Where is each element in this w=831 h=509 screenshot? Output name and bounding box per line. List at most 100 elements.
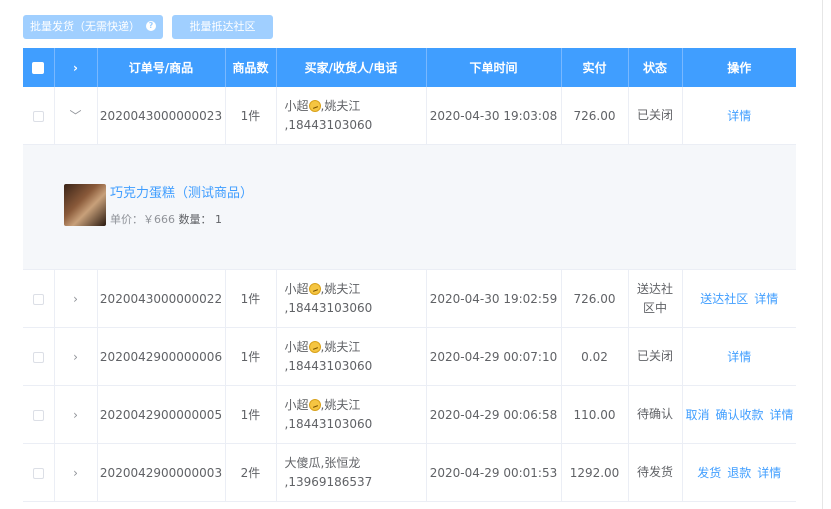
batch-community-button[interactable]: 批量抵达社区: [172, 15, 273, 39]
product-detail: 巧克力蛋糕（测试商品） 单价：￥666 数量： 1: [23, 145, 796, 269]
emoji-icon: [308, 282, 321, 295]
header-select-all[interactable]: [23, 48, 55, 87]
op-link[interactable]: 送达社区: [700, 292, 748, 306]
row-checkbox[interactable]: [32, 293, 44, 305]
op-link[interactable]: 确认收款: [716, 408, 764, 422]
op-link[interactable]: 详情: [727, 109, 751, 123]
status: 待发货: [628, 443, 683, 502]
order-number: 2020042900000006: [97, 327, 226, 386]
op-link[interactable]: 退款: [727, 466, 751, 480]
buyer-name: 小超: [284, 397, 309, 412]
product-meta: 单价：￥666 数量： 1: [110, 211, 222, 227]
item-count: 2件: [225, 443, 277, 502]
status-text: 待发货: [636, 465, 673, 479]
status: 已关闭: [628, 87, 683, 145]
header-status: 状态: [628, 48, 683, 87]
chevron-right-icon[interactable]: ›: [73, 292, 78, 306]
table-header: › 订单号/商品 商品数 买家/收货人/电话 下单时间 实付 状态 操作: [23, 48, 796, 87]
select-all-checkbox[interactable]: [32, 62, 45, 74]
row-expand[interactable]: ›: [54, 385, 98, 444]
paid-amount: 726.00: [561, 269, 629, 328]
op-link[interactable]: 详情: [770, 408, 794, 422]
header-time: 下单时间: [426, 48, 562, 87]
order-number: 2020043000000023: [97, 87, 226, 145]
buyer-name: 大傻瓜: [284, 455, 321, 470]
ops-cell: 详情: [682, 87, 796, 145]
op-link[interactable]: 发货: [697, 466, 721, 480]
product-name[interactable]: 巧克力蛋糕（测试商品）: [110, 182, 253, 201]
phone: ,18443103060: [284, 416, 373, 431]
item-count: 1件: [225, 327, 277, 386]
price-label: 单价：: [110, 213, 143, 226]
row-expand[interactable]: ›: [54, 327, 98, 386]
batch-ship-label: 批量发货（无需快递）: [30, 20, 140, 33]
order-time: 2020-04-29 00:06:58: [426, 385, 562, 444]
table-row: › 2020042900000006 1件 小超 ,姚夫江 ,18443103060…: [23, 327, 796, 386]
status: 待确认: [628, 385, 683, 444]
status-text: 待确认: [636, 407, 673, 421]
row-expand[interactable]: ›: [54, 443, 98, 502]
phone: ,13969186537: [284, 474, 373, 489]
status-text: 已关闭: [636, 108, 673, 122]
row-expand[interactable]: ﹀: [54, 87, 98, 145]
paid-amount: 110.00: [561, 385, 629, 444]
op-link[interactable]: 取消: [686, 408, 710, 422]
row-checkbox[interactable]: [32, 110, 44, 122]
row-select[interactable]: [23, 269, 55, 328]
header-expand-icon: ›: [73, 60, 78, 75]
row-select[interactable]: [23, 385, 55, 444]
receiver-name: ,姚夫江: [320, 98, 361, 113]
status: 已关闭: [628, 327, 683, 386]
row-select[interactable]: [23, 87, 55, 145]
item-count: 1件: [225, 87, 277, 145]
buyer-cell: 小超 ,姚夫江 ,18443103060: [276, 327, 427, 386]
batch-ship-button[interactable]: 批量发货（无需快递）?: [23, 15, 163, 39]
order-number: 2020042900000005: [97, 385, 226, 444]
table-row: › 2020042900000005 1件 小超 ,姚夫江 ,18443103060…: [23, 385, 796, 444]
phone: ,18443103060: [284, 358, 373, 373]
buyer-cell: 小超 ,姚夫江 ,18443103060: [276, 87, 427, 145]
ops-cell: 取消 确认收款 详情: [682, 385, 796, 444]
emoji-icon: [308, 340, 321, 353]
orders-table: › 订单号/商品 商品数 买家/收货人/电话 下单时间 实付 状态 操作 ﹀ 2…: [23, 48, 796, 502]
receiver-name: ,姚夫江: [320, 281, 361, 296]
status-text: 已关闭: [636, 349, 673, 363]
phone: ,18443103060: [284, 300, 373, 315]
chevron-right-icon[interactable]: ›: [73, 408, 78, 422]
expanded-row: 巧克力蛋糕（测试商品） 单价：￥666 数量： 1: [23, 144, 796, 270]
help-icon[interactable]: ?: [146, 21, 156, 31]
receiver-name: ,姚夫江: [320, 339, 361, 354]
row-select[interactable]: [23, 443, 55, 502]
order-time: 2020-04-30 19:02:59: [426, 269, 562, 328]
header-order-product: 订单号/商品: [97, 48, 226, 87]
order-number: 2020042900000003: [97, 443, 226, 502]
chevron-right-icon[interactable]: ›: [73, 350, 78, 364]
chevron-down-icon[interactable]: ﹀: [69, 107, 81, 124]
scrollbar[interactable]: [822, 0, 831, 509]
table-row: › 2020043000000022 1件 小超 ,姚夫江 ,18443103060…: [23, 269, 796, 328]
paid-amount: 1292.00: [561, 443, 629, 502]
table-row: › 2020042900000003 2件 大傻瓜,张恒龙 ,1396918653…: [23, 443, 796, 502]
receiver-name: ,张恒龙: [320, 455, 361, 470]
order-time: 2020-04-29 00:07:10: [426, 327, 562, 386]
buyer-cell: 小超 ,姚夫江 ,18443103060: [276, 269, 427, 328]
op-link[interactable]: 详情: [727, 350, 751, 364]
buyer-name: 小超: [284, 98, 309, 113]
row-checkbox[interactable]: [32, 351, 44, 363]
row-expand[interactable]: ›: [54, 269, 98, 328]
table-row: ﹀ 2020043000000023 1件 小超 ,姚夫江 ,18443103060…: [23, 87, 796, 145]
chevron-right-icon[interactable]: ›: [73, 466, 78, 480]
row-checkbox[interactable]: [32, 467, 44, 479]
buyer-cell: 大傻瓜,张恒龙 ,13969186537: [276, 443, 427, 502]
status-text: 送达社区中: [636, 281, 673, 315]
row-checkbox[interactable]: [32, 409, 44, 421]
price: ￥666: [143, 213, 175, 226]
header-buyer: 买家/收货人/电话: [276, 48, 427, 87]
ops-cell: 详情: [682, 327, 796, 386]
row-select[interactable]: [23, 327, 55, 386]
buyer-cell: 小超 ,姚夫江 ,18443103060: [276, 385, 427, 444]
product-thumbnail: [64, 184, 106, 226]
op-link[interactable]: 详情: [754, 292, 778, 306]
op-link[interactable]: 详情: [757, 466, 781, 480]
order-number: 2020043000000022: [97, 269, 226, 328]
